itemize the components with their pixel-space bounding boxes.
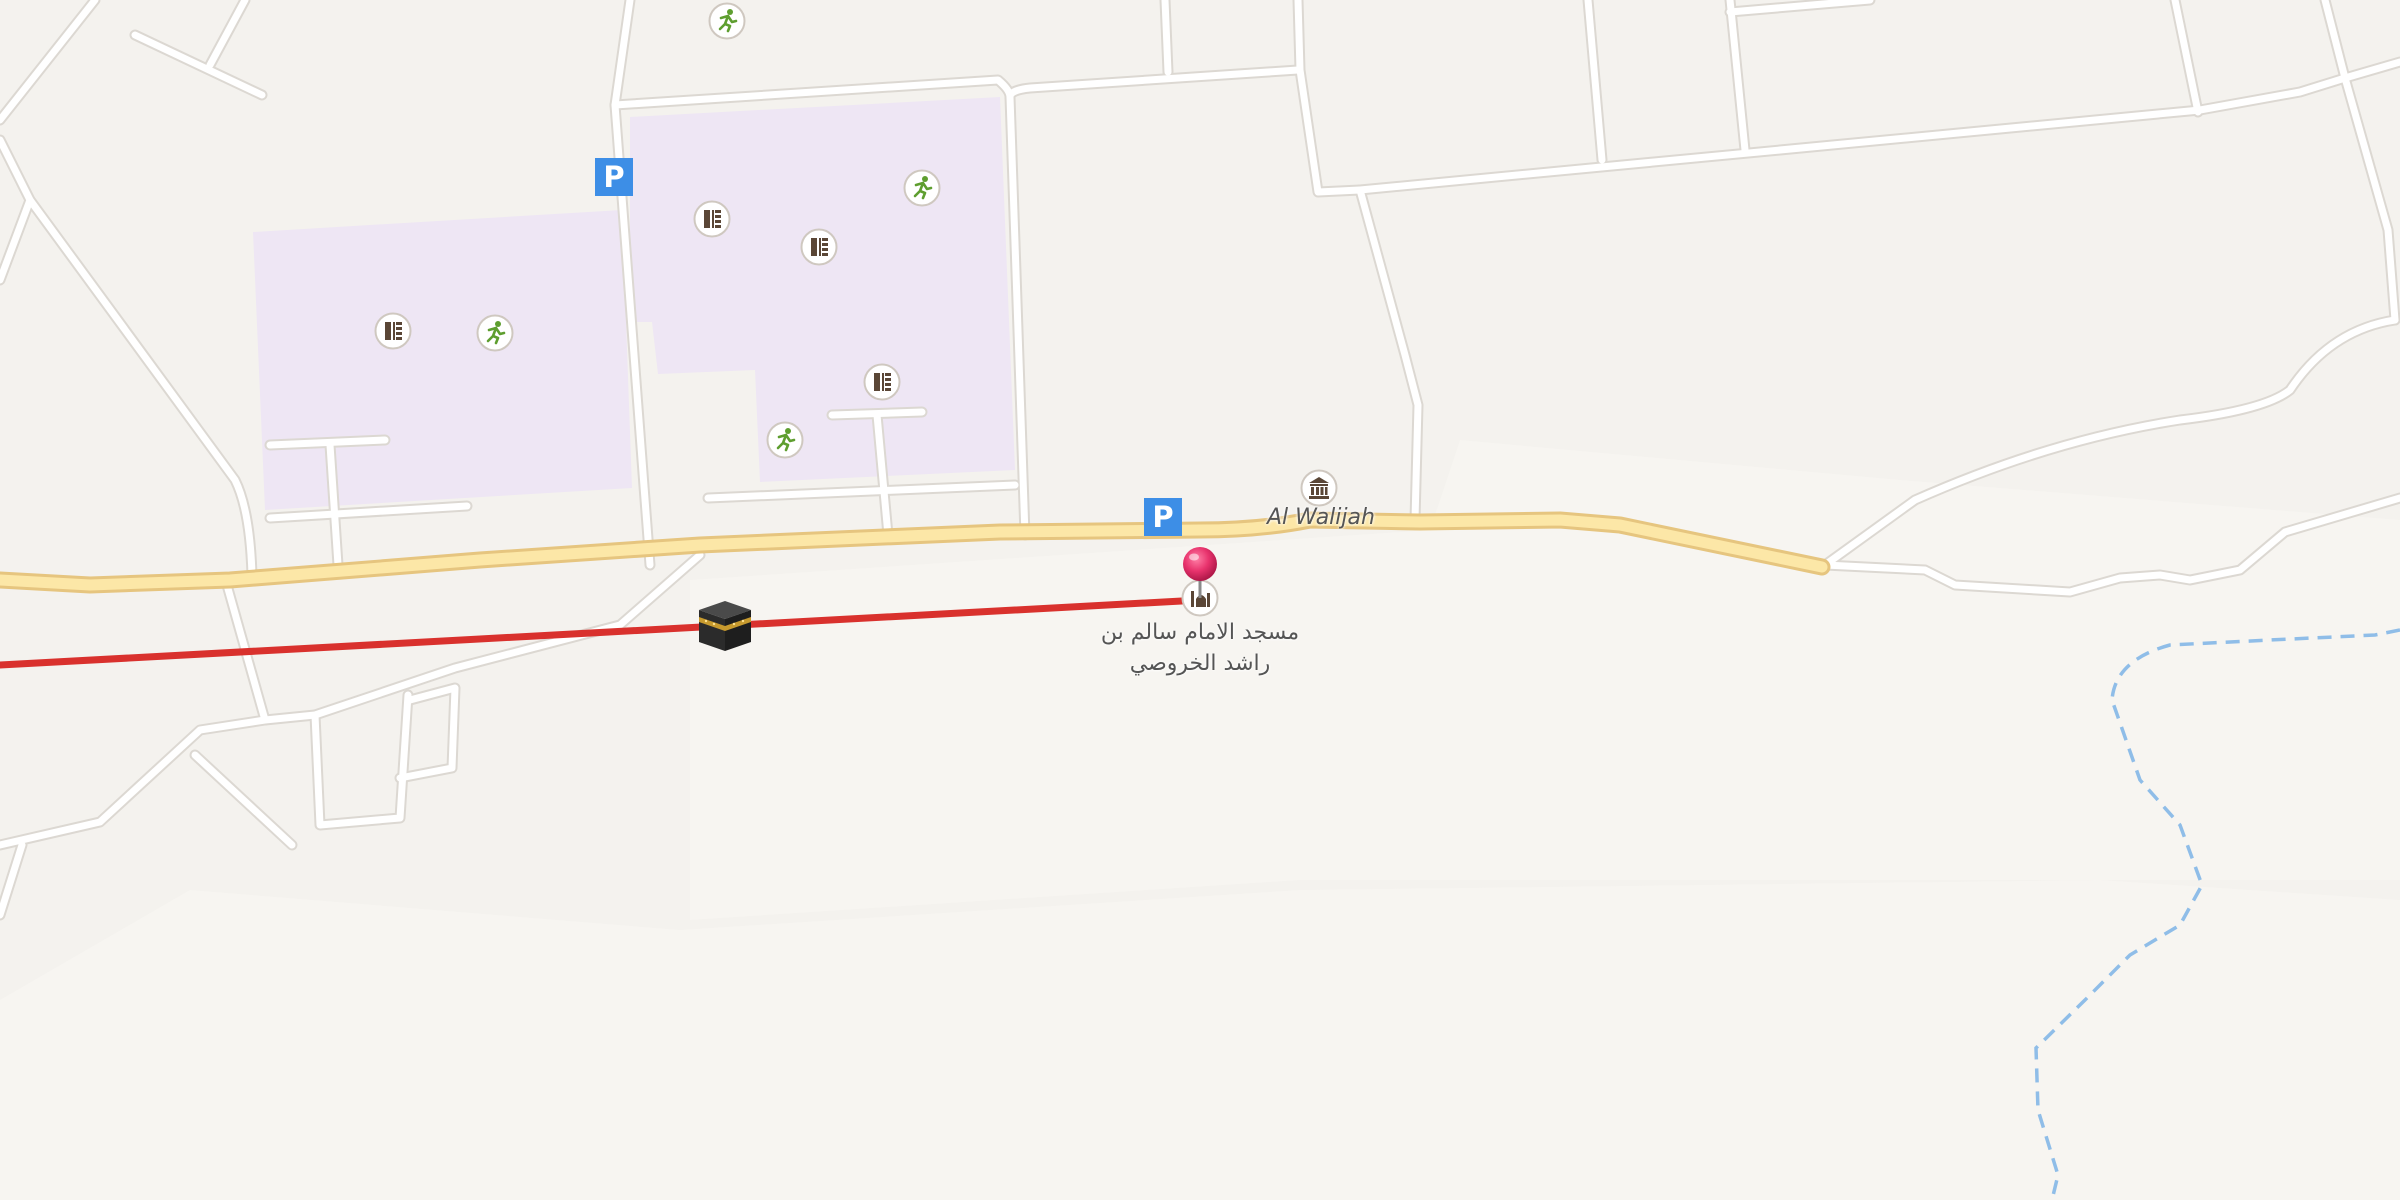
school-area	[253, 210, 632, 510]
school-icon[interactable]	[863, 363, 901, 401]
parking-icon[interactable]: P	[595, 158, 633, 196]
parking-icon[interactable]: P	[1144, 498, 1182, 536]
land-patch	[0, 880, 2400, 1200]
map-canvas[interactable]: P P Al Walijah مسجد الامام سالم بن راشد …	[0, 0, 2400, 1200]
school-icon[interactable]	[800, 228, 838, 266]
school-area	[630, 97, 1015, 482]
sports-icon[interactable]	[766, 421, 804, 459]
mosque-label: مسجد الامام سالم بن راشد الخروصي	[1100, 620, 1300, 676]
place-label-al-walijah: Al Walijah	[1267, 505, 1375, 530]
museum-icon[interactable]	[1300, 469, 1338, 507]
sports-icon[interactable]	[476, 314, 514, 352]
location-pin-icon[interactable]	[1180, 544, 1220, 602]
sports-icon[interactable]	[903, 169, 941, 207]
school-icon[interactable]	[374, 312, 412, 350]
kaaba-icon[interactable]	[697, 597, 753, 653]
school-icon[interactable]	[693, 200, 731, 238]
sports-icon[interactable]	[708, 2, 746, 40]
